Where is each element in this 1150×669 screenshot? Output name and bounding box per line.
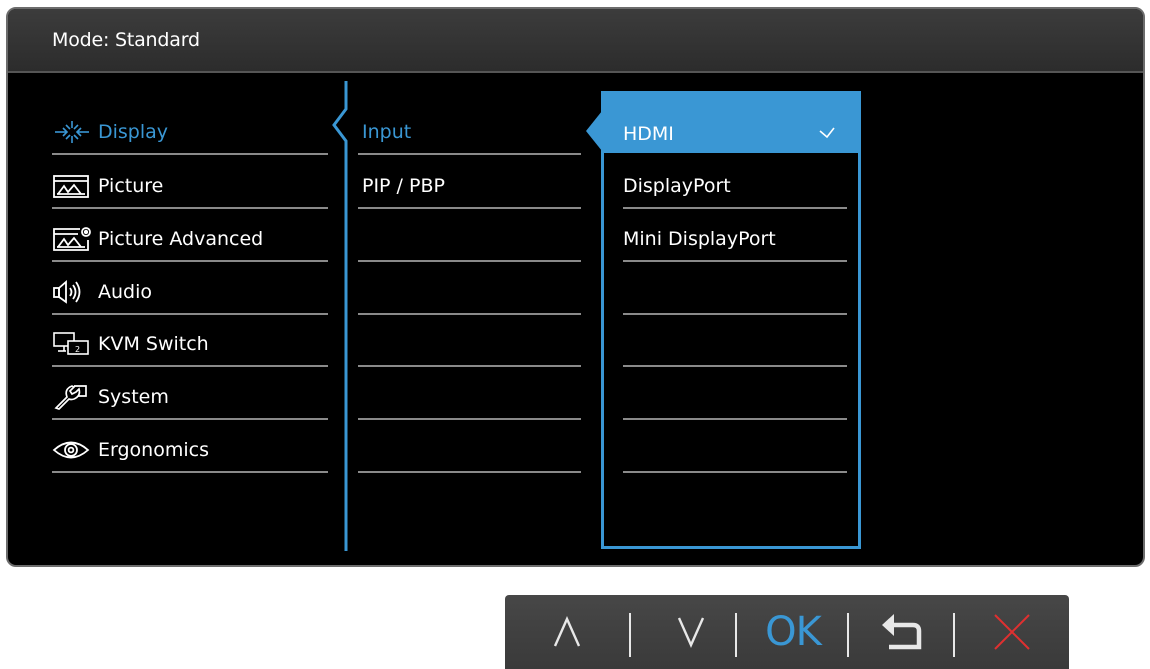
ok-label: OK (765, 609, 822, 655)
menu-item-picture-advanced[interactable]: Picture Advanced (52, 220, 328, 262)
option-label: Mini DisplayPort (623, 228, 776, 250)
sub-item-empty (358, 431, 581, 473)
option-label: HDMI (623, 123, 674, 145)
eye-icon (52, 437, 92, 463)
sub-item-empty (358, 220, 581, 262)
picture-icon (52, 173, 92, 199)
selection-pointer (586, 111, 602, 151)
up-key[interactable] (527, 595, 607, 669)
ok-key[interactable]: OK (743, 595, 843, 669)
option-empty (623, 325, 847, 367)
down-arrow-icon (677, 617, 705, 648)
display-icon (52, 119, 92, 145)
option-label: DisplayPort (623, 175, 731, 197)
menu-item-picture[interactable]: Picture (52, 167, 328, 209)
option-empty (623, 431, 847, 473)
menu-item-label: Picture Advanced (98, 228, 264, 250)
menu-item-system[interactable]: System (52, 378, 328, 420)
menu-item-label: Picture (98, 175, 164, 197)
control-key-bar: OK (505, 595, 1069, 669)
exit-key[interactable] (967, 595, 1057, 669)
close-icon (994, 614, 1030, 650)
sub-item-pip-pbp[interactable]: PIP / PBP (358, 167, 581, 209)
menu-item-label: KVM Switch (98, 333, 209, 355)
menu-item-display[interactable]: Display (52, 113, 328, 155)
sub-item-empty (358, 378, 581, 420)
wrench-icon (52, 384, 92, 410)
picture-advanced-icon (52, 226, 92, 252)
key-separator (735, 613, 737, 657)
menu-item-kvm-switch[interactable]: 2 KVM Switch (52, 325, 328, 367)
menu-item-label: Audio (98, 281, 153, 303)
input-options-panel (601, 91, 861, 549)
kvm-switch-icon: 2 (52, 331, 92, 357)
option-mini-displayport[interactable]: Mini DisplayPort (623, 220, 847, 262)
sub-item-input[interactable]: Input (358, 113, 581, 155)
sub-item-label: PIP / PBP (362, 175, 445, 197)
option-hdmi-selected[interactable]: HDMI (601, 91, 861, 153)
sub-item-empty (358, 325, 581, 367)
menu-item-ergonomics[interactable]: Ergonomics (52, 431, 328, 473)
option-empty (623, 378, 847, 420)
back-key[interactable] (857, 595, 947, 669)
option-displayport[interactable]: DisplayPort (623, 167, 847, 209)
menu-divider (332, 81, 348, 551)
menu-item-label: Ergonomics (98, 439, 209, 461)
mode-label: Mode: Standard (52, 29, 200, 51)
svg-text:2: 2 (75, 345, 80, 354)
checkmark-icon (819, 127, 835, 139)
sub-item-empty (358, 273, 581, 315)
sub-item-label: Input (362, 121, 412, 143)
key-separator (629, 613, 631, 657)
menu-item-label: Display (98, 121, 169, 143)
menu-item-label: System (98, 386, 169, 408)
option-empty (623, 273, 847, 315)
down-key[interactable] (651, 595, 731, 669)
key-separator (953, 613, 955, 657)
osd-header: Mode: Standard (8, 9, 1143, 73)
osd-window: Mode: Standard Display Picture Picture A… (6, 7, 1145, 567)
up-arrow-icon (553, 616, 581, 647)
menu-item-audio[interactable]: Audio (52, 273, 328, 315)
audio-icon (52, 279, 92, 305)
key-separator (847, 613, 849, 657)
back-icon (882, 614, 922, 650)
